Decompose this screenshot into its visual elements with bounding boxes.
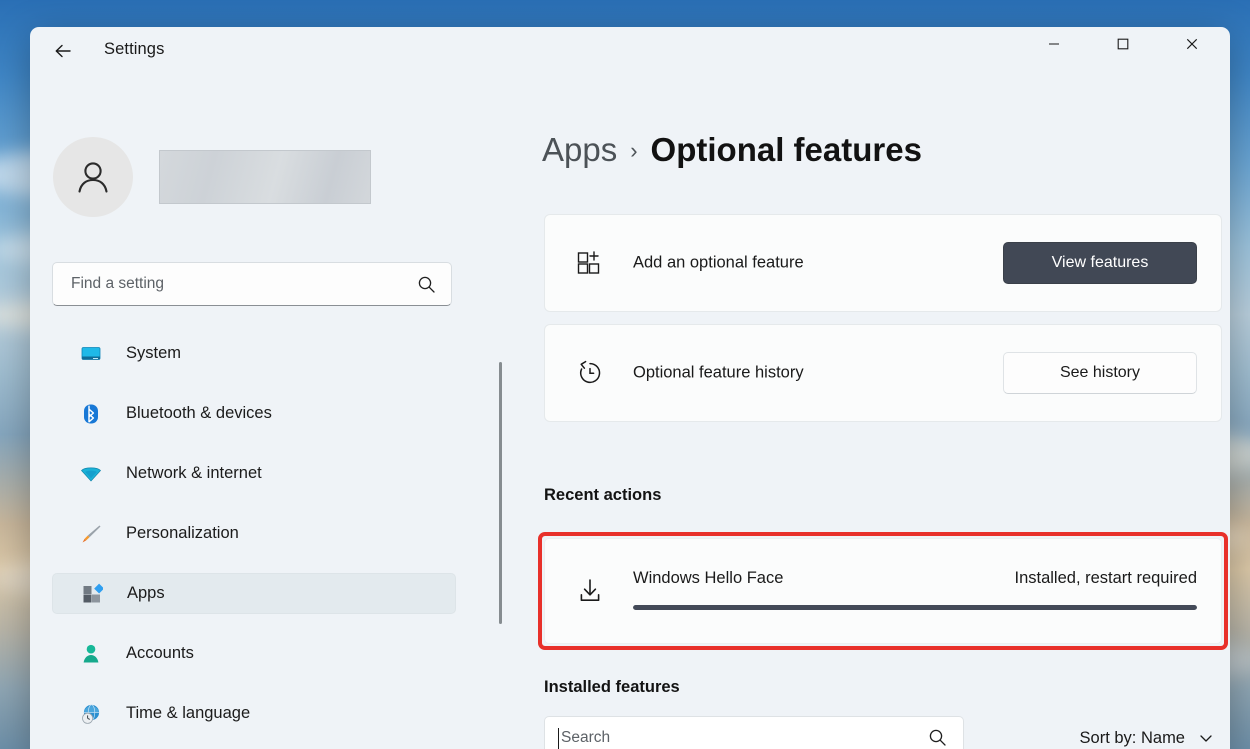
close-button[interactable]	[1169, 27, 1215, 61]
maximize-button[interactable]	[1100, 27, 1146, 61]
progress-bar	[633, 605, 1197, 610]
add-optional-feature-card: Add an optional feature View features	[544, 214, 1222, 312]
wifi-icon	[80, 463, 102, 485]
globe-clock-icon	[80, 703, 102, 725]
main-scrollbar-track[interactable]	[1220, 75, 1230, 749]
person-avatar-icon	[71, 155, 115, 199]
bluetooth-icon	[80, 403, 102, 425]
sort-by-label: Sort by: Name	[1080, 729, 1185, 748]
text-caret	[558, 728, 559, 749]
monitor-icon	[80, 343, 102, 365]
windows-hello-face-row[interactable]: Windows Hello Face Installed, restart re…	[544, 538, 1222, 644]
minimize-icon	[1048, 38, 1060, 50]
recent-actions-heading: Recent actions	[544, 486, 661, 505]
download-icon	[575, 576, 605, 606]
search-icon	[417, 275, 436, 294]
search-icon	[928, 728, 947, 747]
history-clock-icon	[575, 358, 605, 388]
apps-icon	[81, 583, 103, 605]
breadcrumb-separator-icon: ›	[630, 138, 637, 164]
add-grid-icon	[575, 248, 605, 278]
sidebar-item-label: System	[126, 344, 181, 363]
find-a-setting-input[interactable]	[69, 274, 403, 294]
sidebar-item-label: Apps	[127, 584, 165, 603]
settings-window: Settings	[30, 27, 1230, 749]
add-optional-feature-label: Add an optional feature	[633, 254, 804, 273]
sidebar-item-personalization[interactable]: Personalization	[52, 513, 456, 554]
page-title: Optional features	[651, 131, 922, 169]
close-icon	[1186, 38, 1198, 50]
sidebar-item-label: Network & internet	[126, 464, 262, 483]
screen: Settings	[0, 0, 1250, 749]
person-icon	[80, 643, 102, 665]
navigation-list: System Bluetooth & devices	[52, 333, 456, 749]
progress-bar-fill	[633, 605, 1197, 610]
sidebar: System Bluetooth & devices	[30, 75, 482, 749]
sidebar-item-label: Time & language	[126, 704, 250, 723]
breadcrumb: Apps › Optional features	[542, 131, 922, 169]
avatar	[53, 137, 133, 217]
sidebar-item-label: Personalization	[126, 524, 239, 543]
optional-feature-history-card: Optional feature history See history	[544, 324, 1222, 422]
title-bar: Settings	[30, 27, 1230, 75]
maximize-icon	[1117, 38, 1129, 50]
minimize-button[interactable]	[1031, 27, 1077, 61]
breadcrumb-parent-link[interactable]: Apps	[542, 131, 617, 169]
sidebar-item-time-language[interactable]: Time & language	[52, 693, 456, 734]
find-a-setting-box[interactable]	[52, 262, 452, 306]
sidebar-item-system[interactable]: System	[52, 333, 456, 374]
view-features-button[interactable]: View features	[1003, 242, 1197, 284]
main-content: Apps › Optional features Add an optional…	[482, 75, 1230, 749]
profile-name-redacted	[159, 150, 371, 204]
sidebar-item-label: Accounts	[126, 644, 194, 663]
feature-name: Windows Hello Face	[633, 569, 783, 588]
chevron-down-icon	[1198, 730, 1214, 746]
see-history-button[interactable]: See history	[1003, 352, 1197, 394]
sidebar-item-accounts[interactable]: Accounts	[52, 633, 456, 674]
sidebar-item-label: Bluetooth & devices	[126, 404, 272, 423]
installed-features-search-input[interactable]	[559, 728, 913, 748]
feature-status: Installed, restart required	[1014, 569, 1197, 588]
sidebar-item-network-internet[interactable]: Network & internet	[52, 453, 456, 494]
sidebar-item-bluetooth-devices[interactable]: Bluetooth & devices	[52, 393, 456, 434]
installed-features-search-box[interactable]	[544, 716, 964, 749]
back-arrow-icon	[53, 41, 73, 61]
app-title: Settings	[104, 40, 164, 59]
paintbrush-icon	[80, 523, 102, 545]
sort-by-dropdown[interactable]: Sort by: Name	[1074, 716, 1220, 749]
installed-features-heading: Installed features	[544, 678, 680, 697]
back-button[interactable]	[46, 34, 80, 68]
sidebar-item-apps[interactable]: Apps	[52, 573, 456, 614]
optional-feature-history-label: Optional feature history	[633, 364, 804, 383]
user-profile[interactable]	[53, 137, 371, 217]
